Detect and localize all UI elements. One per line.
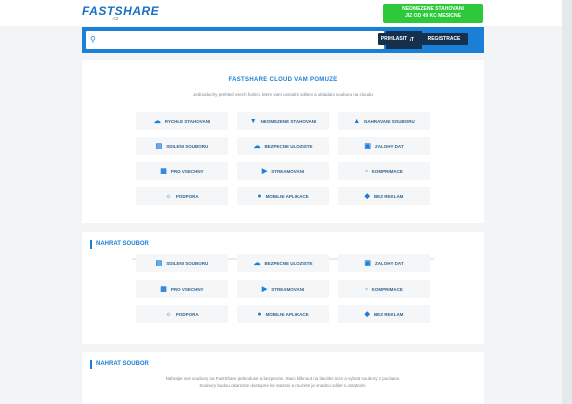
promo-line-1: NEOMEZENE STAHOVANI <box>402 6 464 12</box>
backup-icon: ▣ <box>364 142 372 150</box>
feature-tile[interactable]: ☼ PODPORA <box>136 187 228 205</box>
share-icon: ▤ <box>155 142 163 150</box>
register-button[interactable]: REGISTRACE <box>420 33 468 45</box>
tile-label: MOBILNI APLIKACE <box>265 311 309 317</box>
tile-label: PRO VSECHNY <box>170 286 204 292</box>
archive-icon: ▫ <box>365 167 368 175</box>
tile-label: STREAMOVANI <box>271 168 305 174</box>
feature-tile[interactable]: ● MOBILNI APLIKACE <box>237 187 329 205</box>
tile-label: BEZ REKLAM <box>373 193 404 199</box>
feature-tile[interactable]: ◆ BEZ REKLAM <box>338 187 430 205</box>
tile-label: NEOMEZENE STAHOVANI <box>260 118 317 124</box>
features-subtitle: Jednoduchy prehled vsech funkci, ktere v… <box>193 92 373 97</box>
feature-tile[interactable]: ☁ BEZPECNE ULOZISTE <box>237 137 329 155</box>
tile-label: STREAMOVANI <box>271 286 305 292</box>
support-icon: ☼ <box>165 310 172 318</box>
tile-label: NAHRAVANI SOUBORU <box>364 118 415 124</box>
feature-tile[interactable]: ▣ ZALOHY DAT <box>338 137 430 155</box>
upload-text-line-1: Nahrajte sve soubory na FastShare jednod… <box>165 376 401 381</box>
feature-tile[interactable]: ● MOBILNI APLIKACE <box>237 305 329 323</box>
cloud-icon: ☁ <box>253 259 261 267</box>
tile-label: BEZPECNE ULOZISTE <box>264 260 313 266</box>
tile-label: RYCHLE STAHOVANI <box>164 118 211 124</box>
feature-tile[interactable]: ▤ SDILENI SOUBORU <box>136 254 228 272</box>
support-icon: ☼ <box>165 192 172 200</box>
top-bar: FASTSHARE .cz NEOMEZENE STAHOVANI JIZ OD… <box>0 0 572 26</box>
mobile-icon: ● <box>257 310 262 318</box>
tile-label: PODPORA <box>175 193 199 199</box>
tile-label: PRO VSECHNY <box>170 168 204 174</box>
logo[interactable]: FASTSHARE <box>82 4 159 18</box>
feature-tile[interactable]: ▫ KOMPRIMACE <box>338 162 430 180</box>
share-icon: ▤ <box>155 259 163 267</box>
search-icon: ⚲ <box>90 35 96 44</box>
feature-tile[interactable]: ◆ BEZ REKLAM <box>338 305 430 323</box>
upload-card: NAHRAT SOUBOR ▤ SDILENI SOUBORU ☁ BEZPECNE… <box>82 232 484 344</box>
tile-label: PODPORA <box>175 311 199 317</box>
logo-tagline: .cz <box>112 16 119 22</box>
section-heading: NAHRAT SOUBOR <box>90 240 149 249</box>
feature-tile[interactable]: ☁ BEZPECNE ULOZISTE <box>237 254 329 272</box>
windows-icon: ▦ <box>160 167 167 175</box>
feature-tile[interactable]: ▼ NEOMEZENE STAHOVANI <box>237 112 329 130</box>
archive-icon: ▫ <box>365 285 368 293</box>
feature-tile[interactable]: ▣ ZALOHY DAT <box>338 254 430 272</box>
cloud-icon: ☁ <box>253 142 261 150</box>
tile-label: SDILENI SOUBORU <box>166 260 209 266</box>
upload-info-card: NAHRAT SOUBOR Nahrajte sve soubory na Fa… <box>82 352 484 404</box>
mobile-icon: ● <box>257 192 262 200</box>
upload-icon: ▲ <box>353 117 361 125</box>
feature-tile[interactable]: ▤ SDILENI SOUBORU <box>136 137 228 155</box>
tile-label: KOMPRIMACE <box>371 168 403 174</box>
tile-label: SDILENI SOUBORU <box>166 143 209 149</box>
feature-tile[interactable]: ▦ PRO VSECHNY <box>136 280 228 298</box>
feature-tile[interactable]: ▫ KOMPRIMACE <box>338 280 430 298</box>
features-card: FASTSHARE CLOUD VAM POMUZE Jednoduchy pr… <box>82 60 484 223</box>
scrollbar[interactable] <box>562 0 572 404</box>
tile-label: BEZPECNE ULOZISTE <box>264 143 313 149</box>
tile-label: ZALOHY DAT <box>375 143 404 149</box>
play-icon: ▶ <box>261 167 268 175</box>
login-button[interactable]: PRIHLASIT <box>378 33 410 45</box>
shield-icon: ◆ <box>364 192 370 200</box>
feature-tile[interactable]: ▲ NAHRAVANI SOUBORU <box>338 112 430 130</box>
windows-icon: ▦ <box>160 285 167 293</box>
tile-label: BEZ REKLAM <box>373 311 404 317</box>
cloud-icon: ☁ <box>153 117 161 125</box>
promo-line-2: JIZ OD 49 KC MESICNE <box>405 13 461 19</box>
shield-icon: ◆ <box>364 310 370 318</box>
feature-tile[interactable]: ☁ RYCHLE STAHOVANI <box>136 112 228 130</box>
tile-label: KOMPRIMACE <box>371 286 403 292</box>
feature-tile[interactable]: ☼ PODPORA <box>136 305 228 323</box>
promo-button[interactable]: NEOMEZENE STAHOVANI JIZ OD 49 KC MESICNE <box>383 4 483 23</box>
features-title: FASTSHARE CLOUD VAM POMUZE <box>228 77 338 83</box>
play-icon: ▶ <box>261 285 268 293</box>
feature-tile[interactable]: ▶ STREAMOVANI <box>237 162 329 180</box>
backup-icon: ▣ <box>364 259 372 267</box>
search-input[interactable] <box>86 31 384 49</box>
download-icon: ▼ <box>249 117 257 125</box>
section-heading: NAHRAT SOUBOR <box>90 360 149 369</box>
tile-label: ZALOHY DAT <box>375 260 404 266</box>
feature-tile[interactable]: ▦ PRO VSECHNY <box>136 162 228 180</box>
upload-text-line-2: Soubory budou okamzite dostupne ke staze… <box>199 383 367 388</box>
tile-label: MOBILNI APLIKACE <box>265 193 309 199</box>
feature-tile[interactable]: ▶ STREAMOVANI <box>237 280 329 298</box>
